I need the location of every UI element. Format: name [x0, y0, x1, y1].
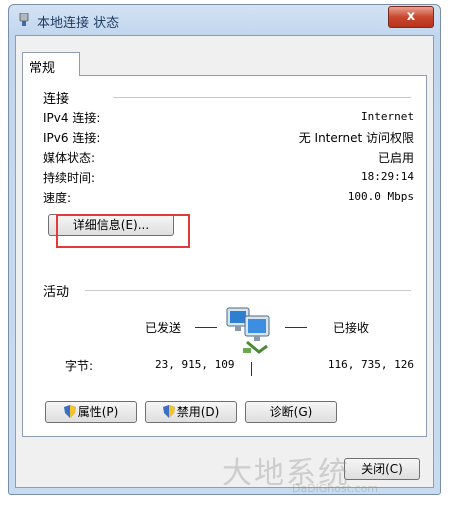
speed-label: 速度:: [43, 191, 72, 205]
watermark-url: DaDiGhost.com: [292, 482, 378, 495]
window-title: 本地连接 状态: [37, 16, 120, 31]
ipv4-label: IPv4 连接:: [43, 111, 101, 125]
network-computers-icon: [226, 307, 270, 354]
bytes-received: 116, 735, 126: [327, 358, 414, 371]
status-window: 本地连接 状态 x 常规 连接 IPv4 连接: Internet IPv6 连…: [8, 4, 441, 495]
duration-label: 持续时间:: [43, 171, 96, 185]
connection-divider: [113, 97, 411, 98]
activity-divider: [85, 290, 411, 291]
sent-label: 已发送: [145, 321, 182, 335]
general-panel: 连接 IPv4 连接: Internet IPv6 连接: 无 Internet…: [22, 75, 427, 437]
details-highlight: [56, 214, 190, 248]
activity-separator: [251, 362, 252, 376]
duration-value: 18:29:14: [361, 170, 414, 183]
close-button[interactable]: 关闭(C): [344, 458, 420, 480]
speed-value: 100.0 Mbps: [347, 190, 414, 203]
diagnose-button[interactable]: 诊断(G): [245, 401, 337, 423]
media-state-label: 媒体状态:: [43, 151, 96, 165]
sent-line: [195, 327, 217, 328]
uac-shield-icon: [162, 405, 175, 418]
disable-button[interactable]: 禁用(D): [145, 401, 237, 423]
uac-shield-icon: [63, 405, 76, 418]
dialog-client: 常规 连接 IPv4 连接: Internet IPv6 连接: 无 Inter…: [15, 35, 434, 488]
properties-label: 属性(P): [77, 405, 119, 419]
ipv4-value: Internet: [361, 110, 414, 123]
media-state-value: 已启用: [377, 151, 414, 165]
received-label: 已接收: [333, 321, 370, 335]
bytes-sent: 23, 915, 109: [155, 358, 235, 371]
title-bar[interactable]: 本地连接 状态 x: [9, 5, 440, 35]
tab-general[interactable]: 常规: [22, 52, 80, 76]
network-adapter-icon: [19, 13, 29, 26]
bytes-label: 字节:: [65, 359, 94, 373]
ipv6-label: IPv6 连接:: [43, 131, 101, 145]
ipv6-value: 无 Internet 访问权限: [298, 131, 414, 145]
properties-button[interactable]: 属性(P): [45, 401, 137, 423]
close-window-button[interactable]: x: [388, 6, 434, 28]
activity-heading: 活动: [43, 285, 70, 300]
received-line: [285, 327, 307, 328]
connection-heading: 连接: [43, 92, 70, 107]
disable-label: 禁用(D): [176, 405, 220, 419]
